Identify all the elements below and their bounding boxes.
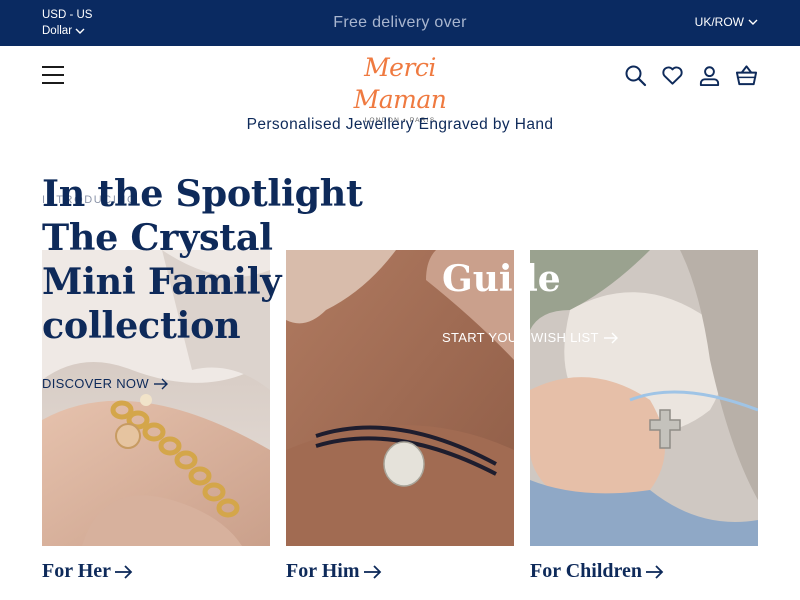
chevron-down-icon (748, 19, 758, 25)
for-him-link[interactable]: For Him (286, 560, 383, 583)
site-logo[interactable]: Merci Maman LONDON • PARIS (334, 52, 466, 124)
for-him-label: For Him (286, 560, 360, 582)
region-selector[interactable]: UK/ROW (695, 15, 758, 29)
arrow-right-icon (603, 332, 618, 343)
site-tagline: Personalised Jewellery Engraved by Hand (246, 116, 554, 133)
heart-icon[interactable] (661, 64, 684, 87)
announcement-bar: USD - US Dollar Free delivery over UK/RO… (0, 0, 800, 46)
arrow-right-icon (153, 378, 168, 389)
promo-message: Free delivery over (333, 14, 467, 31)
discover-now-label: DISCOVER NOW (42, 376, 149, 391)
category-tile-children[interactable] (530, 250, 758, 546)
category-image-children (530, 250, 758, 546)
for-her-link[interactable]: For Her (42, 560, 134, 583)
guide-title: Guide (442, 258, 561, 300)
start-wish-list-link[interactable]: START YOUR WISH LIST (442, 330, 619, 345)
for-children-link[interactable]: For Children (530, 560, 665, 583)
start-wish-list-label: START YOUR WISH LIST (442, 330, 599, 345)
account-icon[interactable] (698, 64, 721, 87)
menu-icon[interactable] (42, 66, 64, 86)
basket-icon[interactable] (735, 64, 758, 87)
arrow-right-icon (115, 564, 133, 579)
header-actions (624, 64, 758, 87)
for-children-label: For Children (530, 560, 643, 582)
discover-now-link[interactable]: DISCOVER NOW (42, 376, 169, 391)
hero-title: In the Spotlight The Crystal Mini Family… (42, 172, 363, 347)
site-header: Merci Maman LONDON • PARIS (0, 46, 800, 124)
arrow-right-icon (646, 564, 664, 579)
for-her-label: For Her (42, 560, 112, 582)
logo-wordmark: Merci Maman (353, 53, 447, 114)
region-label: UK/ROW (694, 15, 744, 29)
search-icon[interactable] (624, 64, 647, 87)
arrow-right-icon (363, 564, 381, 579)
